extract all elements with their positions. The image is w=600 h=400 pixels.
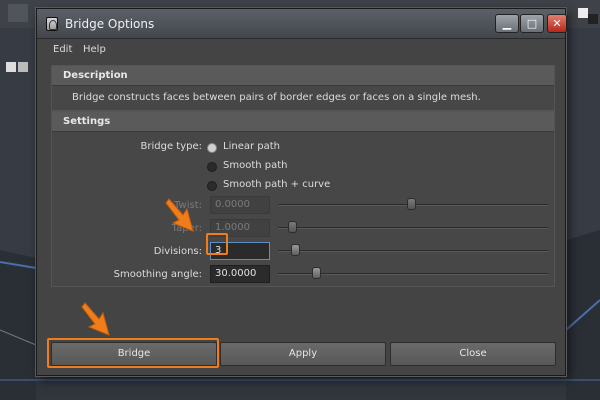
radio-smooth-path-curve-label[interactable]: Smooth path + curve xyxy=(223,179,330,190)
radio-smooth-path-curve[interactable] xyxy=(207,181,217,191)
radio-smooth-path[interactable] xyxy=(207,162,217,172)
smoothing-angle-slider-handle[interactable] xyxy=(312,267,321,279)
radio-smooth-path-label[interactable]: Smooth path xyxy=(223,160,288,171)
divisions-label: Divisions: xyxy=(153,246,202,257)
divisions-slider-track[interactable] xyxy=(278,250,548,252)
description-frame: Description Bridge constructs faces betw… xyxy=(51,65,555,111)
maximize-icon: □ xyxy=(526,17,538,30)
twist-slider-handle[interactable] xyxy=(407,198,416,210)
bridge-highlight-box xyxy=(47,338,219,368)
apply-button[interactable]: Apply xyxy=(220,342,386,366)
settings-header[interactable]: Settings xyxy=(52,112,554,132)
divisions-highlight-box xyxy=(206,233,228,255)
minimize-button[interactable]: ▁ xyxy=(495,14,519,33)
taper-slider-track[interactable] xyxy=(278,227,548,229)
smoothing-angle-label: Smoothing angle: xyxy=(113,269,202,280)
menu-edit[interactable]: Edit xyxy=(53,44,72,55)
close-icon: ✕ xyxy=(552,17,562,30)
menu-bar: Edit Help xyxy=(37,39,565,61)
divisions-slider-handle[interactable] xyxy=(291,244,300,256)
bridge-arrow-icon xyxy=(81,302,110,336)
radio-linear-path-label[interactable]: Linear path xyxy=(223,141,280,152)
bridge-options-dialog: Bridge Options ▁ □ ✕ Edit Help Descripti… xyxy=(36,8,567,376)
maximize-button[interactable]: □ xyxy=(520,14,544,33)
title-bar[interactable]: Bridge Options ▁ □ ✕ xyxy=(37,9,567,39)
minimize-icon: ▁ xyxy=(502,17,512,30)
window-title: Bridge Options xyxy=(65,17,155,31)
menu-help[interactable]: Help xyxy=(83,44,106,55)
radio-linear-path[interactable] xyxy=(207,143,217,153)
description-text: Bridge constructs faces between pairs of… xyxy=(72,92,481,103)
close-window-button[interactable]: ✕ xyxy=(547,14,567,33)
description-header[interactable]: Description xyxy=(52,66,554,86)
smoothing-angle-field[interactable]: 30.0000 xyxy=(210,265,270,283)
divisions-arrow-icon xyxy=(165,198,194,232)
close-button[interactable]: Close xyxy=(390,342,556,366)
settings-frame: Settings Bridge type: Linear path Smooth… xyxy=(51,111,555,287)
maya-app-icon xyxy=(46,17,58,31)
bridge-type-label: Bridge type: xyxy=(140,141,202,152)
taper-slider-handle[interactable] xyxy=(288,221,297,233)
twist-field[interactable]: 0.0000 xyxy=(210,196,270,214)
